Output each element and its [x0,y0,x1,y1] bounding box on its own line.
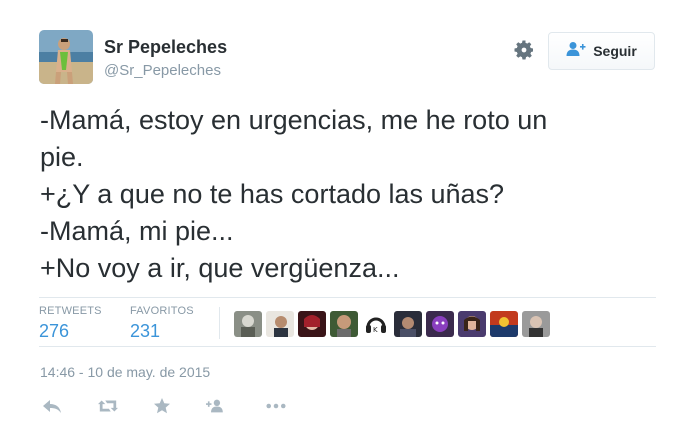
tweet-line: +¿Y a que no te has cortado las uñas? [40,179,505,209]
retweets-stat[interactable]: RETWEETS 276 [39,305,102,342]
favoriter-avatar[interactable] [330,311,358,337]
retweets-label: RETWEETS [39,305,102,317]
follow-button[interactable]: Seguir [548,32,655,70]
tweet-line: +No voy a ir, que vergüenza... [40,253,400,283]
gear-icon[interactable] [512,38,536,62]
favoriter-avatar[interactable] [458,311,486,337]
favoriter-avatar[interactable] [522,311,550,337]
tweet-timestamp[interactable]: 14:46 - 10 de may. de 2015 [40,364,210,380]
retweet-icon[interactable] [98,396,118,416]
tweet-text: -Mamá, estoy en urgencias, me he roto un… [40,102,660,287]
tweet-stats: RETWEETS 276 FAVORITOS 231 K [39,297,656,347]
favorite-star-icon[interactable] [152,396,172,416]
favoriter-avatar[interactable] [426,311,454,337]
favoriter-avatar[interactable] [394,311,422,337]
tweet-actions [40,396,286,416]
tweet-line: pie. [40,142,84,172]
user-name[interactable]: Sr Pepeleches [104,37,227,58]
more-dots-icon[interactable] [266,396,286,416]
stats-divider [219,307,220,339]
favoriter-avatar[interactable] [298,311,326,337]
favoriter-avatar[interactable] [266,311,294,337]
follow-person-plus-icon [566,41,586,62]
follow-button-label: Seguir [593,43,637,59]
tweet-card: Sr Pepeleches @Sr_Pepeleches Seguir -Mam… [0,0,697,443]
favorites-count[interactable]: 231 [130,321,194,342]
avatar[interactable] [39,30,93,84]
svg-text:K: K [373,326,378,334]
favorites-stat[interactable]: FAVORITOS 231 [130,305,194,342]
favoriter-avatar[interactable]: K [362,311,390,337]
favoriter-avatar[interactable] [490,311,518,337]
favoriter-avatar[interactable] [234,311,262,337]
follow-icon[interactable] [206,396,226,416]
user-handle[interactable]: @Sr_Pepeleches [104,62,221,79]
tweet-line: -Mamá, mi pie... [40,216,234,246]
retweets-count[interactable]: 276 [39,321,102,342]
tweet-line: -Mamá, estoy en urgencias, me he roto un [40,105,548,135]
favorites-label: FAVORITOS [130,305,194,317]
favoriter-avatars: K [234,311,550,337]
reply-icon[interactable] [42,396,62,416]
